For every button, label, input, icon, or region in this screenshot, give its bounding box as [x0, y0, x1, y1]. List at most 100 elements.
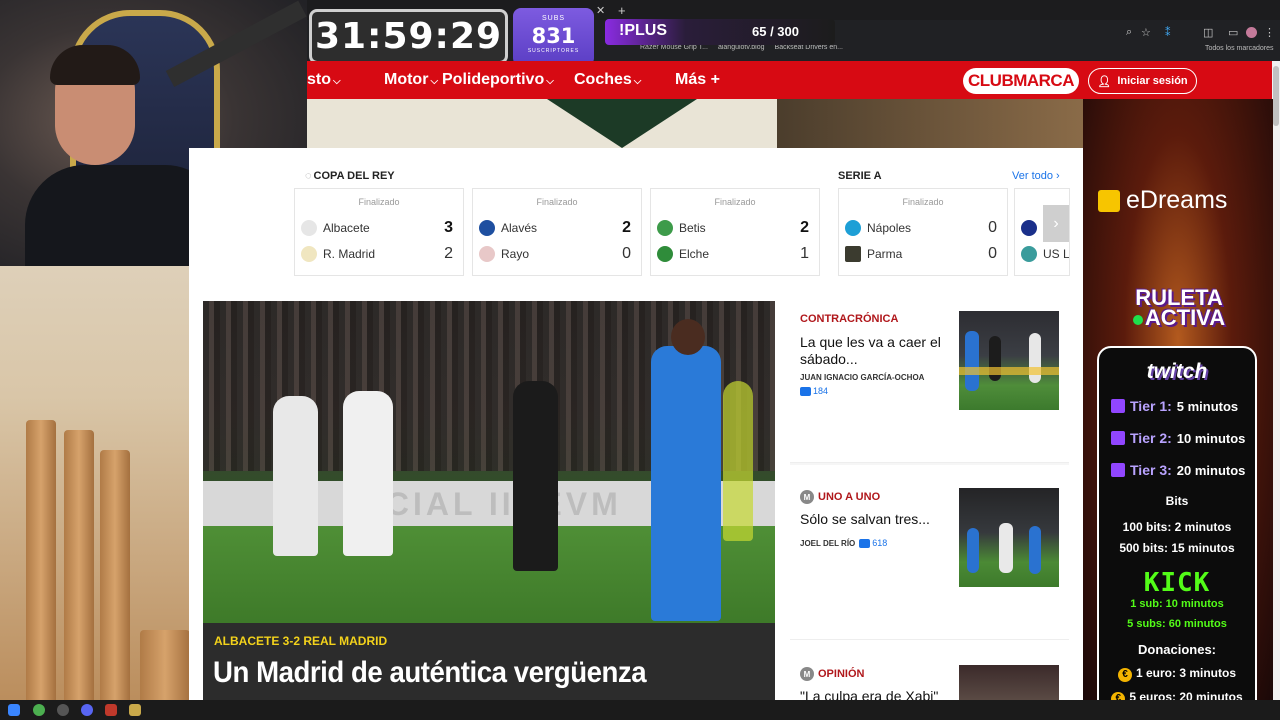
team-name: US L: [1043, 247, 1070, 261]
kick-logo: KICK: [1143, 568, 1211, 598]
league-icon[interactable]: [129, 704, 141, 716]
main-story-image[interactable]: ICIAL IIIIEVM: [203, 301, 775, 623]
scores-next-button[interactable]: ›: [1043, 205, 1069, 242]
plus-count: 65 / 300: [752, 24, 799, 39]
extension-icon[interactable]: ⁑: [1165, 26, 1171, 39]
team-name: R. Madrid: [323, 247, 376, 261]
ad-board-text: ICIAL IIIIEVM: [373, 486, 622, 522]
team-name: Rayo: [501, 247, 530, 261]
sidebar-icon[interactable]: ▭: [1228, 26, 1238, 39]
nav-item-deportes[interactable]: sto ⌵: [307, 71, 341, 89]
edreams-label: eDreams: [1126, 186, 1228, 214]
match-card[interactable]: Finalizado Albacete 3 R. Madrid 2: [294, 188, 464, 276]
match-status: Finalizado: [536, 197, 578, 207]
side-story-author: JOEL DEL RÍO 618: [800, 538, 888, 548]
plus-label: !PLUS: [619, 22, 667, 39]
team-name: Alavés: [501, 221, 538, 235]
bookmark-item[interactable]: Backseat Drivers en...: [775, 44, 843, 56]
twitch-glitch-icon: [1111, 463, 1125, 477]
nav-item-coches[interactable]: Coches ⌵: [574, 71, 641, 89]
bookmark-item[interactable]: Razer Mouse Grip T...: [640, 44, 708, 56]
side-story-title[interactable]: Sólo se salvan tres...: [800, 511, 955, 528]
team-score: 2: [800, 219, 809, 236]
trophy-icon: ◌: [305, 170, 312, 182]
subs-label: SUBS: [541, 15, 566, 22]
discord-icon[interactable]: [81, 704, 93, 716]
match-home-row: Nápoles 0: [845, 219, 1003, 239]
parma-crest-icon: [845, 246, 861, 262]
side-story-thumbnail[interactable]: [959, 665, 1059, 700]
napoles-crest-icon: [845, 220, 861, 236]
search-icon[interactable]: ⌕: [1126, 26, 1132, 39]
side-story-kicker: M OPINIÓN: [800, 667, 864, 681]
chevron-right-icon: ›: [1053, 214, 1059, 232]
subs-caption: SUSCRIPTORES: [527, 48, 580, 54]
main-story-headline[interactable]: Un Madrid de auténtica vergüenza: [213, 656, 647, 690]
real-madrid-crest-icon: [301, 246, 317, 262]
team-name: Parma: [867, 247, 903, 261]
main-story-kicker[interactable]: ALBACETE 3-2 REAL MADRID: [214, 634, 387, 648]
side-story-comments[interactable]: 184: [800, 386, 828, 396]
close-tab-icon[interactable]: ✕: [596, 4, 605, 17]
all-bookmarks[interactable]: Todos los marcadores: [1205, 45, 1273, 52]
bits-rate: 100 bits: 2 minutos: [1122, 520, 1232, 534]
new-tab-icon[interactable]: +: [618, 3, 626, 18]
side-story[interactable]: M OPINIÓN "La culpa era de Xabi": [790, 655, 1069, 704]
bookmark-star-icon[interactable]: ☆: [1141, 26, 1151, 39]
team-score: 0: [988, 219, 997, 236]
competition-copa-del-rey[interactable]: ◌ COPA DEL REY: [305, 170, 395, 182]
match-status: Finalizado: [358, 197, 400, 207]
nav-item-polideportivo[interactable]: Polideportivo ⌵: [442, 71, 554, 89]
live-dot-icon: [1132, 315, 1143, 325]
chrome-icon[interactable]: [33, 704, 45, 716]
team-name: Betis: [679, 221, 706, 235]
tier-3-rate: Tier 3: 20 minutos: [1111, 462, 1245, 478]
chevron-right-icon: ›: [1056, 170, 1060, 182]
login-label: Iniciar sesión: [1117, 75, 1188, 87]
scrollbar-thumb[interactable]: [1273, 66, 1279, 126]
side-story[interactable]: CONTRACRÓNICA La que les va a caer el sá…: [790, 301, 1069, 463]
page-scrollbar[interactable]: [1272, 61, 1280, 701]
edreams-ad[interactable]: eDreams: [1098, 186, 1227, 215]
see-all-link[interactable]: Ver todo ›: [1012, 170, 1060, 182]
subathon-timer: 31:59:29: [309, 9, 508, 64]
match-away-row: Elche 1: [657, 245, 815, 265]
side-story-thumbnail[interactable]: [959, 488, 1059, 587]
kick-sub-rate: 1 sub: 10 minutos: [1130, 598, 1224, 610]
side-story-author: JUAN IGNACIO GARCÍA-OCHOA: [800, 373, 925, 382]
nav-item-motor[interactable]: Motor ⌵: [384, 71, 438, 89]
profile-avatar[interactable]: [1246, 27, 1257, 38]
obs-icon[interactable]: [57, 704, 69, 716]
ruleta-line-2: ACTIVA: [1144, 305, 1226, 330]
subs-counter: SUBS 831 SUSCRIPTORES: [513, 8, 594, 66]
match-card[interactable]: Finalizado Alavés 2 Rayo 0: [472, 188, 642, 276]
app-icon[interactable]: [105, 704, 117, 716]
side-story[interactable]: M UNO A UNO Sólo se salvan tres... JOEL D…: [790, 478, 1069, 640]
match-card[interactable]: Finalizado Betis 2 Elche 1: [650, 188, 820, 276]
side-story-title[interactable]: La que les va a caer el sábado...: [800, 334, 955, 368]
extensions-puzzle-icon[interactable]: ◫: [1203, 26, 1213, 39]
euro-coin-icon: €: [1117, 668, 1132, 682]
side-story-thumbnail[interactable]: [959, 311, 1059, 410]
m-badge-icon: M: [800, 490, 814, 504]
login-button[interactable]: 👤︎ Iniciar sesión: [1088, 68, 1197, 94]
top-ad-banner[interactable]: [307, 99, 1083, 148]
tier-2-rate: Tier 2: 10 minutos: [1111, 430, 1245, 446]
team-score: 2: [622, 219, 631, 236]
bookmark-item[interactable]: alangulotv.blog: [718, 44, 765, 56]
team-name: Nápoles: [867, 221, 912, 235]
bits-rate: 500 bits: 15 minutos: [1119, 541, 1235, 555]
menu-kebab-icon[interactable]: ⋮: [1264, 26, 1275, 39]
match-home-row: Alavés 2: [479, 219, 637, 239]
match-card[interactable]: Finalizado Nápoles 0 Parma 0: [838, 188, 1008, 276]
team-score: 1: [800, 245, 809, 262]
donations-title: Donaciones:: [1137, 642, 1216, 657]
m-badge-icon: M: [800, 667, 814, 681]
nav-item-mas[interactable]: Más +: [675, 71, 720, 89]
betis-crest-icon: [657, 220, 673, 236]
club-marca-button[interactable]: CLUBMARCA: [963, 68, 1079, 94]
ruleta-activa-banner: RULETA ACTIVA: [1099, 287, 1259, 330]
windows-start-icon[interactable]: [8, 704, 20, 716]
competition-serie-a[interactable]: SERIE A: [838, 170, 882, 182]
os-taskbar: [0, 700, 1280, 720]
